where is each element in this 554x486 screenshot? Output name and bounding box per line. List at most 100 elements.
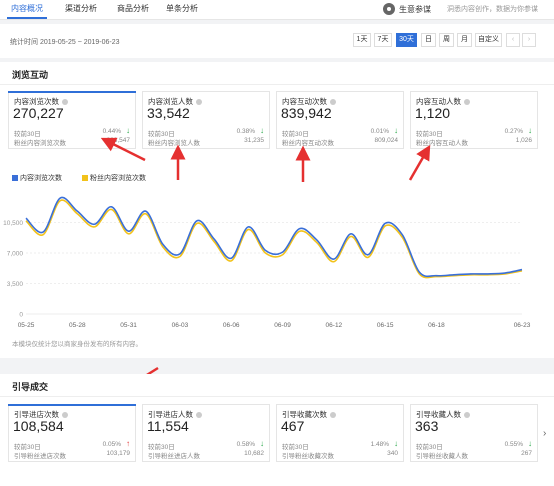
metric-card-interaction-users[interactable]: 内容互动人数 1,120 较前30日 0.27% ↓ 粉丝内容互动人数 1,02… — [410, 91, 538, 149]
x-tick-label: 05-25 — [18, 322, 35, 329]
section-title: 浏览互动 — [12, 70, 49, 80]
compare-percent: 0.55% — [504, 441, 523, 448]
chevron-right-icon[interactable]: › — [543, 428, 546, 439]
metric-value: 1,120 — [415, 105, 451, 121]
metric-value: 33,542 — [147, 105, 190, 121]
fans-label: 粉丝内容互动人数 — [416, 140, 468, 147]
x-tick-label: 06-12 — [326, 322, 343, 329]
arrow-down-icon: ↓ — [528, 439, 532, 448]
info-icon[interactable] — [330, 412, 336, 419]
module-note: 本模块仅统计您以商家身份发布的所有内容。 — [12, 341, 142, 348]
compare-percent: 0.44% — [102, 128, 121, 135]
chevron-left-icon[interactable]: ‹ — [506, 33, 520, 47]
tab-channel-analysis[interactable]: 渠道分析 — [65, 3, 97, 14]
fans-value: 263,547 — [106, 137, 131, 144]
fans-label: 粉丝内容浏览次数 — [14, 140, 66, 147]
info-icon[interactable] — [464, 412, 470, 419]
compare-percent: 0.38% — [236, 128, 255, 135]
metric-card-favorite-users[interactable]: 引导收藏人数 363 较前30日 0.55% ↓ 引导粉丝收藏人数 267 — [410, 404, 538, 462]
y-tick-label: 0 — [19, 312, 23, 319]
top-nav: 内容概况 渠道分析 商品分析 单条分析 生意参谋 洞悉内容创作，数据为你参谋 — [0, 0, 554, 20]
legend-item-views[interactable]: 内容浏览次数 — [12, 173, 62, 183]
fans-value: 340 — [387, 450, 398, 457]
compare-percent: 0.58% — [236, 441, 255, 448]
arrow-down-icon: ↓ — [394, 439, 398, 448]
metric-value: 839,942 — [281, 105, 332, 121]
info-icon[interactable] — [196, 99, 202, 106]
metric-value: 11,554 — [147, 418, 189, 434]
compare-percent: 0.01% — [370, 128, 389, 135]
section-divider — [0, 84, 554, 85]
x-tick-label: 05-31 — [120, 322, 137, 329]
section-divider — [0, 396, 554, 397]
fans-label: 引导粉丝收藏次数 — [282, 453, 334, 460]
business-advisor-link[interactable]: 生意参谋 — [399, 4, 431, 15]
tab-single-analysis[interactable]: 单条分析 — [166, 3, 198, 14]
x-tick-label: 06-23 — [514, 322, 531, 329]
compare-percent: 1.48% — [370, 441, 389, 448]
info-icon[interactable] — [196, 412, 202, 419]
arrow-down-icon: ↓ — [260, 126, 264, 135]
tab-content-overview[interactable]: 内容概况 — [11, 3, 43, 14]
series-line-fan-views — [25, 199, 523, 279]
x-tick-label: 06-03 — [172, 322, 189, 329]
views-line-chart: 0 3,500 7,000 10,500 05-25 05-28 05-31 06-03 06-… — [3, 196, 531, 329]
arrow-down-icon: ↓ — [394, 126, 398, 135]
metric-value: 108,584 — [13, 418, 64, 434]
legend-item-fan-views[interactable]: 粉丝内容浏览次数 — [82, 173, 146, 183]
series-line-views — [25, 196, 523, 278]
tab-product-analysis[interactable]: 商品分析 — [117, 3, 149, 14]
fans-label: 引导粉丝进店人数 — [148, 453, 200, 460]
metric-value: 467 — [281, 418, 305, 434]
y-tick-label: 7,000 — [7, 251, 24, 258]
range-month-button[interactable]: 月 — [457, 33, 472, 47]
arrow-down-icon: ↓ — [260, 439, 264, 448]
metric-card-content-views[interactable]: 内容浏览次数 270,227 较前30日 0.44% ↓ 粉丝内容浏览次数 26… — [8, 91, 136, 149]
range-30-day-button[interactable]: 30天 — [396, 33, 417, 47]
fans-value: 1,026 — [515, 137, 532, 144]
compare-percent: 0.05% — [102, 441, 121, 448]
fans-value: 809,024 — [374, 137, 399, 144]
x-tick-label: 05-28 — [69, 322, 86, 329]
fans-value: 267 — [521, 450, 532, 457]
info-icon[interactable] — [464, 99, 470, 106]
arrow-down-icon: ↓ — [126, 126, 130, 135]
fans-value: 31,235 — [244, 137, 264, 144]
section-title: 引导成交 — [12, 382, 49, 392]
x-tick-label: 06-15 — [377, 322, 394, 329]
range-day-button[interactable]: 日 — [421, 33, 436, 47]
browse-interaction-section: 浏览互动 内容浏览次数 270,227 较前30日 0.44% ↓ 粉丝内容浏览… — [0, 62, 554, 358]
y-tick-label: 10,500 — [3, 220, 23, 227]
x-tick-label: 06-06 — [223, 322, 240, 329]
range-7-day-button[interactable]: 7天 — [374, 33, 392, 47]
x-tick-label: 06-18 — [428, 322, 445, 329]
x-tick-label: 06-09 — [274, 322, 291, 329]
fans-value: 103,179 — [106, 450, 131, 457]
metric-value: 363 — [415, 418, 439, 434]
metric-card-store-visits[interactable]: 引导进店次数 108,584 较前30日 0.05% ↑ 引导粉丝进店次数 10… — [8, 404, 136, 462]
range-1-day-button[interactable]: 1天 — [353, 33, 371, 47]
y-tick-label: 3,500 — [7, 281, 24, 288]
fans-value: 10,682 — [244, 450, 264, 457]
date-range-label: 统计时间 2019-05-25 ~ 2019-06-23 — [10, 39, 120, 46]
metric-card-content-visitors[interactable]: 内容浏览人数 33,542 较前30日 0.38% ↓ 粉丝内容浏览人数 31,… — [142, 91, 270, 149]
guided-conversion-section: 引导成交 引导进店次数 108,584 较前30日 0.05% ↑ 引导粉丝进店… — [0, 374, 554, 486]
range-custom-button[interactable]: 自定义 — [475, 33, 502, 47]
arrow-down-icon: ↓ — [528, 126, 532, 135]
fans-label: 粉丝内容浏览人数 — [148, 140, 200, 147]
fans-label: 引导粉丝进店次数 — [14, 453, 66, 460]
compare-percent: 0.27% — [504, 128, 523, 135]
date-filter-bar: 统计时间 2019-05-25 ~ 2019-06-23 1天 7天 30天 日… — [0, 24, 554, 58]
fans-label: 引导粉丝收藏人数 — [416, 453, 468, 460]
metric-value: 270,227 — [13, 105, 64, 121]
fans-label: 粉丝内容互动次数 — [282, 140, 334, 147]
metric-card-favorites[interactable]: 引导收藏次数 467 较前30日 1.48% ↓ 引导粉丝收藏次数 340 — [276, 404, 404, 462]
range-week-button[interactable]: 周 — [439, 33, 454, 47]
metric-card-store-visitors[interactable]: 引导进店人数 11,554 较前30日 0.58% ↓ 引导粉丝进店人数 10,… — [142, 404, 270, 462]
gear-icon[interactable] — [383, 3, 395, 15]
arrow-up-icon: ↑ — [126, 439, 130, 448]
chevron-right-icon[interactable]: › — [522, 33, 536, 47]
active-tab-indicator — [7, 17, 47, 19]
metric-card-interactions[interactable]: 内容互动次数 839,942 较前30日 0.01% ↓ 粉丝内容互动次数 80… — [276, 91, 404, 149]
header-hint: 洞悉内容创作，数据为你参谋 — [447, 6, 538, 13]
